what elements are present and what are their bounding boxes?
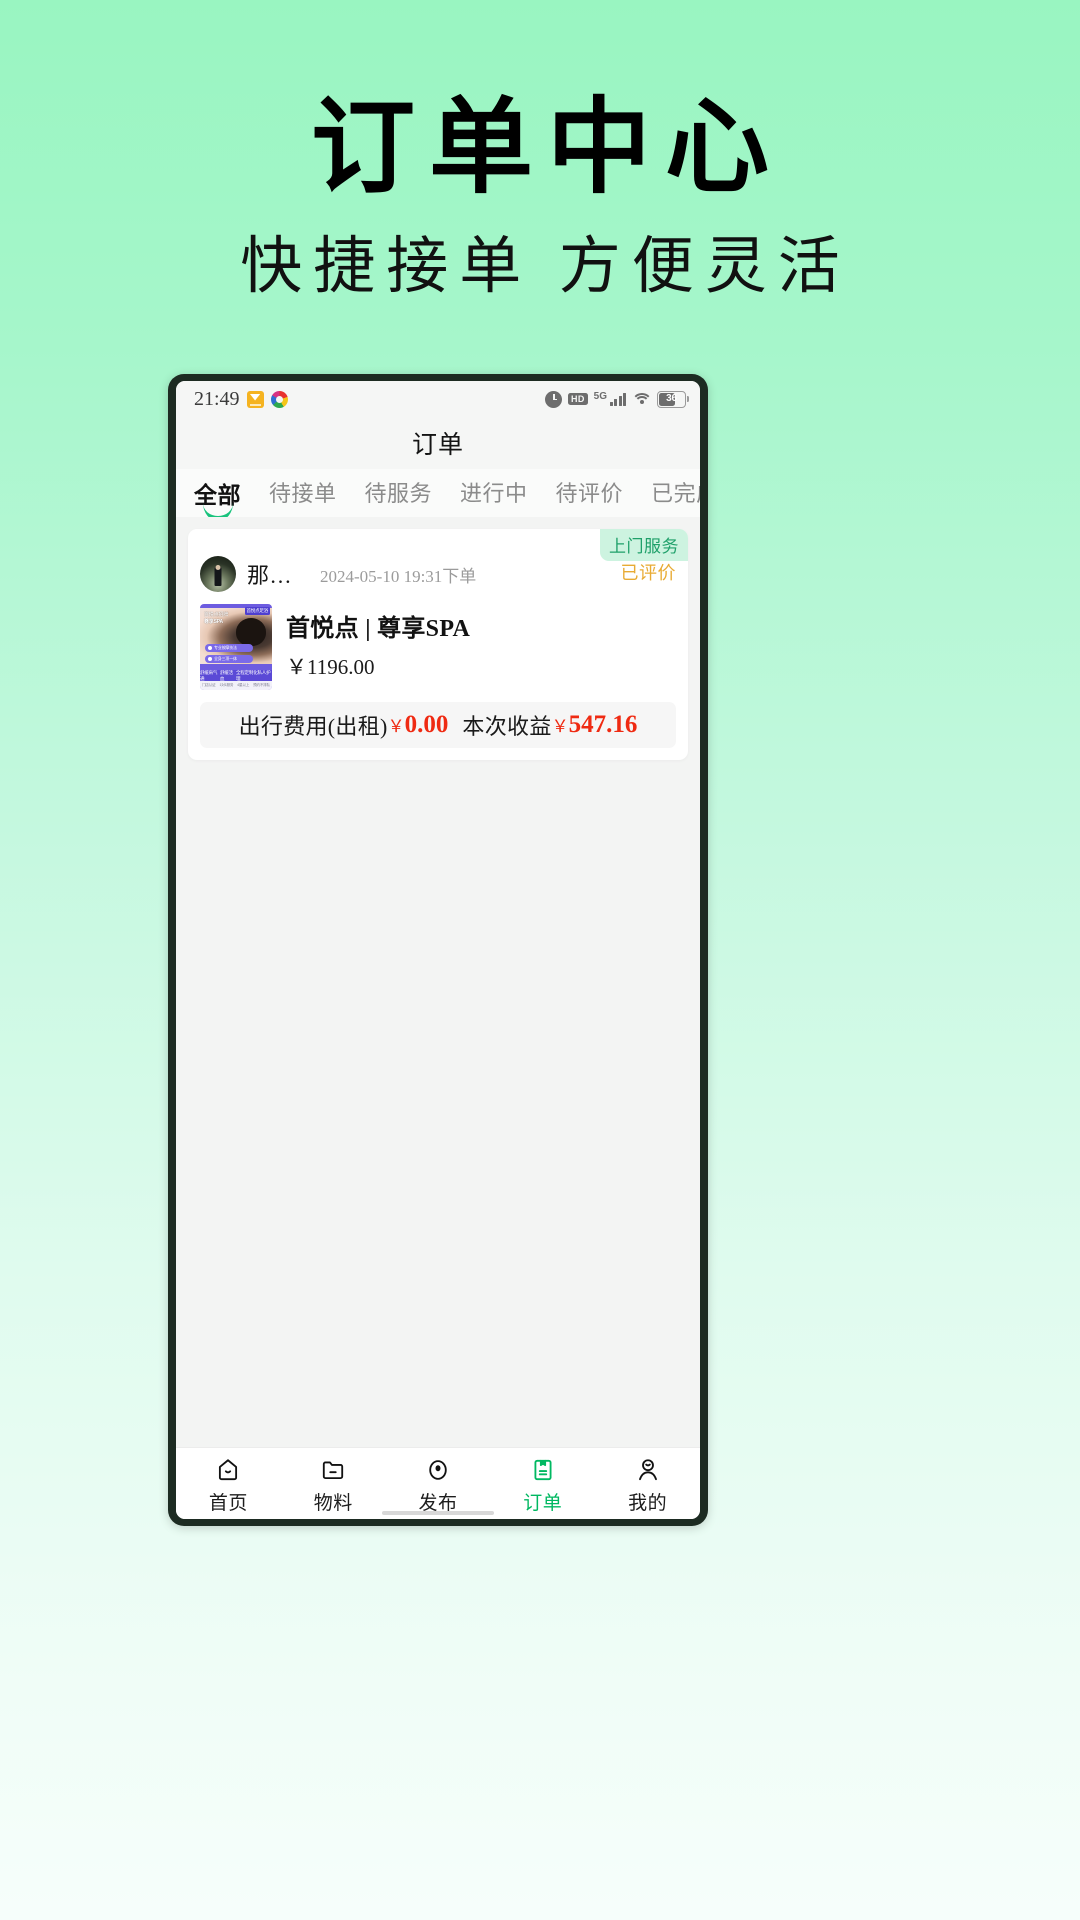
tab-pending-service[interactable]: 待服务 (365, 473, 433, 508)
signal-bar-2 (614, 398, 617, 406)
nav-item-home-label: 首页 (208, 1493, 248, 1514)
tab-active-underline (202, 503, 233, 517)
thumbnail-pill-2: 全身三项一体 (205, 655, 253, 663)
thumbnail-corner-tag: 首悦点足浴 (244, 607, 270, 615)
app-header: 订单 (176, 417, 700, 469)
tab-pending-review[interactable]: 待评价 (556, 473, 624, 508)
signal-bar-1 (609, 401, 613, 406)
tab-all[interactable]: 全部 (194, 473, 241, 517)
colorful-app-icon (270, 390, 288, 408)
order-status: 已评价 (620, 563, 676, 583)
customer-name: 那… (247, 563, 293, 588)
product-name: 首悦点 | 尊享SPA (286, 616, 471, 642)
thumbnail-foot-tag-3: 4星以上 (237, 683, 250, 687)
poster-root: 订单中心 快捷接单 方便灵活 21:49 HD 5G 36 订单 全部 待接单 … (0, 0, 1080, 1920)
5g-signal-icon: 5G (593, 390, 626, 406)
status-bar-right: HD 5G 36 (545, 390, 689, 408)
person-icon (638, 1459, 657, 1481)
phone-screen: 21:49 HD 5G 36 订单 全部 待接单 待服务 进行中 待评价 已完 … (176, 381, 700, 1519)
thumbnail-foot-tag-2: 1对1服务 (219, 683, 234, 687)
thumbnail-title-small: 首悦点招牌 (204, 612, 229, 618)
thumbnail-foot-tag-1: 门店认证 (201, 683, 216, 687)
status-bar-left: 21:49 (194, 388, 288, 411)
nav-item-materials[interactable]: 物料 (281, 1457, 386, 1515)
page-headline: 订单中心 (310, 90, 783, 206)
thumbnail-foot-strip: 门店认证 1对1服务 4星以上 预约不排队 (200, 681, 272, 690)
signal-bar-3 (618, 395, 622, 406)
network-label: 5G (593, 390, 607, 402)
fee-currency: ￥ (387, 717, 405, 736)
nav-item-materials-label: 物料 (313, 1493, 353, 1514)
thumbnail-title-main: 尊享SPA (204, 619, 223, 625)
nav-item-orders-label: 订单 (523, 1493, 563, 1514)
home-indicator (382, 1511, 494, 1515)
order-card-footer: 出行费用(出租) ￥0.00 本次收益 ￥547.16 (200, 702, 676, 748)
bottom-navigation[interactable]: 首页 物料 发布 订单 我的 (176, 1447, 700, 1519)
product-price: ￥1196.00 (286, 655, 375, 679)
order-icon (534, 1459, 552, 1481)
travel-fee-label: 出行费用(出租) (238, 714, 388, 739)
income-label: 本次收益 (462, 714, 552, 739)
nav-item-home[interactable]: 首页 (176, 1457, 281, 1515)
hd-icon: HD (568, 393, 588, 405)
home-icon (219, 1459, 238, 1481)
fee-value: 0.00 (404, 711, 449, 738)
income-value: 547.16 (568, 711, 638, 738)
travel-fee-amount: ￥0.00 (388, 711, 449, 739)
wifi-icon (631, 392, 652, 407)
folder-icon (323, 1461, 344, 1480)
nav-item-profile[interactable]: 我的 (595, 1457, 700, 1515)
alarm-icon (545, 390, 563, 408)
mail-app-icon (246, 390, 264, 408)
nav-item-orders[interactable]: 订单 (490, 1457, 595, 1515)
income-currency: ￥ (551, 717, 569, 736)
thumbnail-bottom-tag-1: 舒缓肩气通 (200, 669, 218, 681)
order-card-header: 那… 2024-05-10 19:31下单 已评价 (200, 556, 676, 592)
order-tab-bar[interactable]: 全部 待接单 待服务 进行中 待评价 已完成 (176, 469, 700, 517)
signal-bar-4 (623, 392, 626, 406)
thumbnail-foot-tag-4: 预约不排队 (253, 683, 271, 687)
order-list: 上门服务 那… 2024-05-10 19:31下单 已评价 首悦点足浴 首悦点… (176, 517, 700, 1447)
page-subheadline: 快捷接单 方便灵活 (240, 233, 851, 301)
order-product[interactable]: 首悦点足浴 首悦点招牌 尊享SPA 专业按摩技法 全身三项一体 舒缓肩气通 舒缓… (200, 604, 676, 690)
order-card[interactable]: 上门服务 那… 2024-05-10 19:31下单 已评价 首悦点足浴 首悦点… (188, 529, 688, 760)
tab-completed[interactable]: 已完成 (651, 473, 700, 508)
battery-icon: 36 (657, 390, 689, 408)
nav-item-profile-label: 我的 (628, 1493, 668, 1514)
publish-icon (429, 1460, 447, 1480)
battery-level: 36 (666, 393, 677, 404)
income-amount: ￥547.16 (552, 711, 638, 739)
tab-in-progress[interactable]: 进行中 (460, 473, 528, 508)
order-date: 2024-05-10 19:31下单 (320, 566, 477, 586)
page-title: 订单 (411, 432, 464, 459)
tab-pending-accept[interactable]: 待接单 (269, 473, 337, 508)
thumbnail-title: 首悦点招牌 尊享SPA (204, 612, 240, 627)
product-info: 首悦点 | 尊享SPA ￥1196.00 (286, 604, 470, 690)
thumbnail-pill-1: 专业按摩技法 (205, 644, 253, 652)
status-time: 21:49 (194, 387, 240, 410)
avatar (200, 556, 236, 592)
thumbnail-bottom-tag-3: 全程定制化私人护理 (236, 669, 271, 681)
phone-frame: 21:49 HD 5G 36 订单 全部 待接单 待服务 进行中 待评价 已完 … (168, 374, 708, 1526)
thumbnail-bottom-tag-2: 舒缓活血 (220, 669, 233, 681)
nav-item-publish[interactable]: 发布 (386, 1457, 491, 1515)
product-thumbnail: 首悦点足浴 首悦点招牌 尊享SPA 专业按摩技法 全身三项一体 舒缓肩气通 舒缓… (200, 604, 272, 690)
thumbnail-bottom-bar: 舒缓肩气通 舒缓活血 全程定制化私人护理 (200, 670, 272, 681)
status-bar: 21:49 HD 5G 36 (176, 381, 700, 417)
